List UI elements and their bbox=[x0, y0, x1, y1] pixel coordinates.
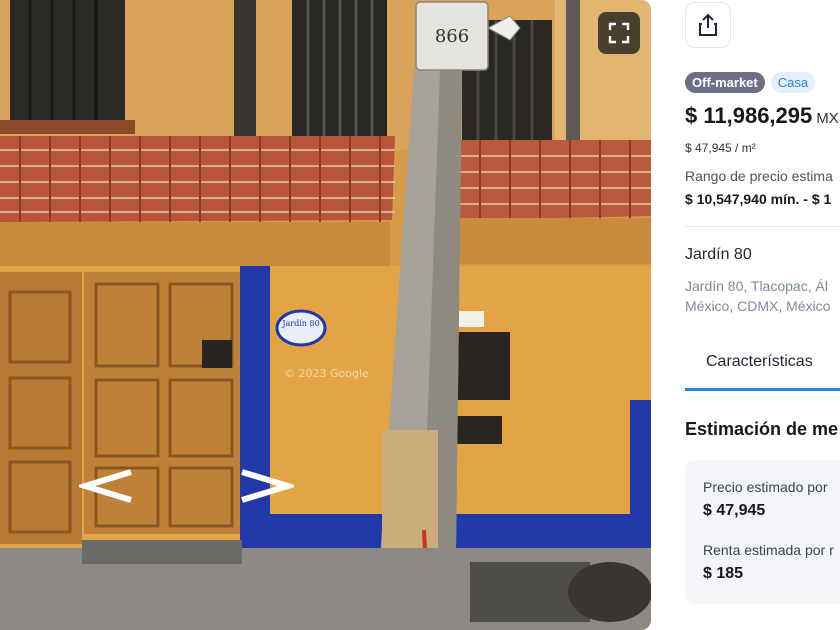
listing-badges: Off-market Casa bbox=[685, 72, 816, 93]
street-name: Jardín 80 bbox=[685, 246, 752, 263]
divider bbox=[685, 226, 840, 227]
price-range-value: $ 10,547,940 mín. - $ 1 bbox=[685, 191, 832, 207]
estimated-price-value: $ 47,945 bbox=[703, 502, 766, 519]
door-sign-text: Jardín 80 bbox=[281, 319, 319, 328]
address-line-2: México, CDMX, México bbox=[685, 298, 831, 314]
fullscreen-icon bbox=[608, 22, 630, 44]
chevron-left-icon bbox=[79, 469, 132, 503]
tab-label: Características bbox=[706, 353, 813, 370]
estimate-section-title: Estimación de me bbox=[685, 419, 839, 439]
address-line-1: Jardín 80, Tlacopac, Ál bbox=[685, 278, 828, 294]
tab-caracteristicas[interactable]: Características bbox=[685, 341, 840, 391]
street-view-photo[interactable]: Jardín 80 866 © 2023 Google bbox=[0, 0, 651, 630]
price-currency: MX bbox=[816, 110, 839, 127]
house-facade-image: Jardín 80 866 bbox=[0, 0, 651, 630]
status-badge: Off-market bbox=[685, 72, 765, 93]
google-watermark: © 2023 Google bbox=[284, 367, 369, 380]
previous-photo-button[interactable] bbox=[77, 466, 137, 506]
fullscreen-button[interactable] bbox=[598, 12, 640, 54]
estimated-rent-label: Renta estimada por r bbox=[703, 542, 834, 558]
price-per-m2: $ 47,945 / m² bbox=[685, 141, 756, 155]
property-details-panel: Off-market Casa $ 11,986,295 MX $ 47,945 … bbox=[651, 0, 840, 630]
chevron-right-icon bbox=[241, 469, 294, 503]
full-address: Jardín 80, Tlacopac, Ál México, CDMX, Mé… bbox=[685, 276, 830, 316]
estimated-rent-value: $ 185 bbox=[703, 565, 744, 582]
estimate-card: Precio estimado por $ 47,945 Renta estim… bbox=[685, 460, 840, 604]
next-photo-button[interactable] bbox=[236, 466, 296, 506]
listing-price: $ 11,986,295 MX bbox=[685, 103, 839, 129]
active-tab-indicator bbox=[685, 388, 840, 391]
price-amount: $ 11,986,295 bbox=[685, 103, 813, 128]
estimated-price-label: Precio estimado por bbox=[703, 479, 828, 495]
share-button[interactable] bbox=[685, 2, 731, 48]
share-icon bbox=[699, 13, 717, 36]
property-type-badge: Casa bbox=[770, 72, 816, 93]
price-range-label: Rango de precio estima bbox=[685, 168, 833, 184]
pole-number-text: 866 bbox=[435, 26, 469, 47]
